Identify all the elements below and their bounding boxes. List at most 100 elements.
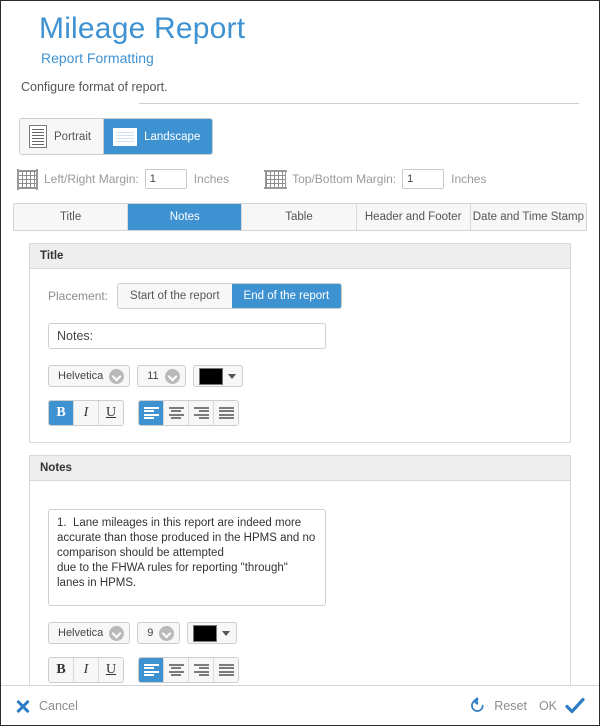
- title-font-row: Helvetica 11: [48, 365, 570, 387]
- title-underline-button[interactable]: U: [98, 401, 123, 425]
- align-right-icon: [194, 407, 209, 419]
- align-justify-icon: [219, 407, 234, 419]
- notes-panel-heading: Notes: [30, 456, 570, 481]
- ok-button[interactable]: OK: [539, 697, 585, 715]
- title-align-button-group: [138, 400, 239, 426]
- tab-notes[interactable]: Notes: [127, 204, 241, 230]
- title-panel: Title Placement: Start of the report End…: [29, 243, 571, 443]
- color-swatch-icon: [193, 625, 217, 642]
- top-bottom-margin-unit: Inches: [451, 172, 486, 186]
- title-font-size-value: 11: [147, 370, 158, 382]
- left-right-margin-unit: Inches: [194, 172, 229, 186]
- title-font-color-picker[interactable]: [193, 365, 243, 387]
- top-bottom-margin-icon: [265, 170, 286, 189]
- landscape-page-icon: [113, 128, 137, 146]
- title-panel-body: Placement: Start of the report End of th…: [30, 269, 570, 442]
- title-placement-label: Placement:: [48, 289, 108, 303]
- top-bottom-margin-input[interactable]: [402, 169, 444, 189]
- title-bold-button[interactable]: B: [49, 401, 73, 425]
- orientation-segmented-control: Portrait Landscape: [19, 118, 213, 155]
- title-text-input[interactable]: [48, 323, 326, 349]
- orientation-landscape-button[interactable]: Landscape: [103, 119, 212, 154]
- reset-button-label: Reset: [494, 699, 527, 713]
- ok-button-label: OK: [539, 699, 557, 713]
- notes-font-family-select[interactable]: Helvetica: [48, 622, 130, 644]
- notes-bold-button[interactable]: B: [49, 658, 73, 682]
- left-right-margin-input[interactable]: [145, 169, 187, 189]
- title-placement-end-button[interactable]: End of the report: [232, 284, 342, 308]
- notes-font-size-value: 9: [147, 627, 153, 639]
- title-placement-start-button[interactable]: Start of the report: [118, 284, 232, 308]
- notes-align-left-button[interactable]: [139, 658, 163, 682]
- format-tabs: Title Notes Table Header and Footer Date…: [13, 203, 587, 231]
- notes-font-size-select[interactable]: 9: [137, 622, 180, 644]
- orientation-portrait-button[interactable]: Portrait: [20, 119, 103, 154]
- orientation-row: Portrait Landscape: [19, 118, 599, 155]
- page-subtitle: Report Formatting: [39, 48, 599, 68]
- tab-table[interactable]: Table: [241, 204, 355, 230]
- notes-align-right-button[interactable]: [188, 658, 213, 682]
- title-align-left-button[interactable]: [139, 401, 163, 425]
- tab-title[interactable]: Title: [14, 204, 127, 230]
- notes-align-button-group: [138, 657, 239, 683]
- title-font-size-select[interactable]: 11: [137, 365, 185, 387]
- header-divider: [139, 103, 579, 104]
- color-swatch-icon: [199, 368, 223, 385]
- title-format-row: B I U: [48, 400, 570, 426]
- cancel-button-label: Cancel: [39, 699, 78, 713]
- title-italic-button[interactable]: I: [73, 401, 98, 425]
- title-font-family-value: Helvetica: [58, 370, 103, 382]
- left-right-margin-icon: [17, 170, 38, 189]
- title-align-right-button[interactable]: [188, 401, 213, 425]
- notes-italic-button[interactable]: I: [73, 658, 98, 682]
- notes-textarea[interactable]: 1. Lane mileages in this report are inde…: [48, 509, 326, 606]
- tab-date-and-time-stamp[interactable]: Date and Time Stamp: [470, 204, 586, 230]
- notes-font-color-picker[interactable]: [187, 622, 237, 644]
- notes-font-row: Helvetica 9: [48, 622, 570, 644]
- align-center-icon: [169, 664, 184, 676]
- title-align-center-button[interactable]: [163, 401, 188, 425]
- notes-align-justify-button[interactable]: [213, 658, 238, 682]
- align-justify-icon: [219, 664, 234, 676]
- align-left-icon: [144, 664, 159, 676]
- notes-underline-button[interactable]: U: [98, 658, 123, 682]
- notes-panel: Notes 1. Lane mileages in this report ar…: [29, 455, 571, 700]
- portrait-page-icon: [29, 125, 47, 148]
- chevron-down-icon: [109, 369, 124, 384]
- chevron-down-icon: [109, 626, 124, 641]
- title-font-family-select[interactable]: Helvetica: [48, 365, 130, 387]
- left-right-margin-label: Left/Right Margin:: [44, 172, 139, 186]
- caret-down-icon: [228, 374, 236, 379]
- check-icon: [565, 697, 585, 715]
- dialog-footer: Cancel Reset OK: [1, 685, 599, 725]
- title-panel-heading: Title: [30, 244, 570, 269]
- top-bottom-margin-label: Top/Bottom Margin:: [292, 172, 396, 186]
- reset-button[interactable]: Reset: [469, 697, 527, 714]
- align-center-icon: [169, 407, 184, 419]
- title-placement-segmented-control: Start of the report End of the report: [117, 283, 342, 309]
- align-right-icon: [194, 664, 209, 676]
- caret-down-icon: [222, 631, 230, 636]
- title-align-justify-button[interactable]: [213, 401, 238, 425]
- report-formatting-dialog: Mileage Report Report Formatting Configu…: [0, 0, 600, 726]
- chevron-down-icon: [165, 369, 180, 384]
- page-description: Configure format of report.: [21, 80, 599, 94]
- margins-row: Left/Right Margin: Inches Top/Bottom Mar…: [17, 169, 599, 189]
- align-left-icon: [144, 407, 159, 419]
- title-placement-row: Placement: Start of the report End of th…: [48, 283, 570, 309]
- left-right-margin-group: Left/Right Margin: Inches: [17, 169, 229, 189]
- reset-icon: [469, 697, 486, 714]
- orientation-landscape-label: Landscape: [144, 131, 200, 143]
- notes-style-button-group: B I U: [48, 657, 124, 683]
- title-style-button-group: B I U: [48, 400, 124, 426]
- notes-align-center-button[interactable]: [163, 658, 188, 682]
- top-bottom-margin-group: Top/Bottom Margin: Inches: [265, 169, 486, 189]
- tab-header-and-footer[interactable]: Header and Footer: [356, 204, 470, 230]
- orientation-portrait-label: Portrait: [54, 131, 91, 143]
- notes-format-row: B I U: [48, 657, 570, 683]
- close-icon: [15, 698, 31, 714]
- footer-left-actions: Cancel: [15, 698, 78, 714]
- chevron-down-icon: [159, 626, 174, 641]
- notes-font-family-value: Helvetica: [58, 627, 103, 639]
- cancel-button[interactable]: Cancel: [15, 698, 78, 714]
